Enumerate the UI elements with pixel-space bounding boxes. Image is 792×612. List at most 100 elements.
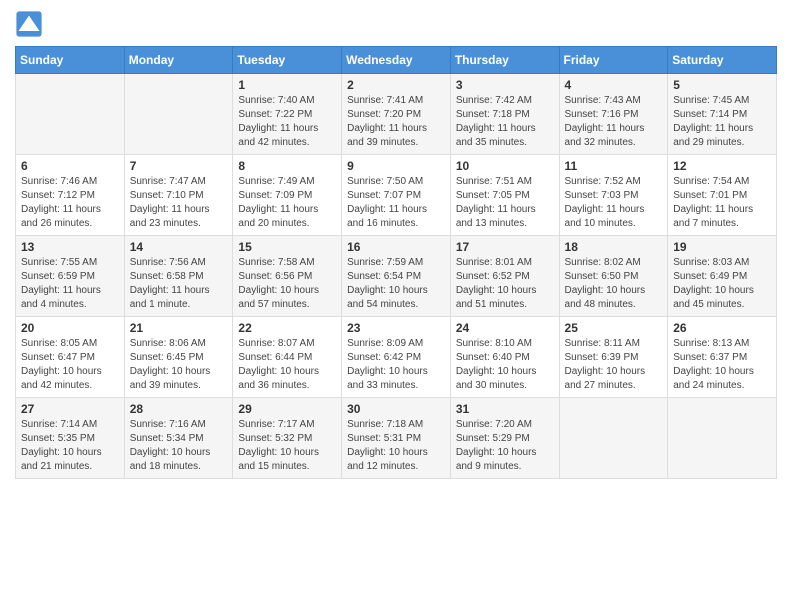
- calendar-week-row: 13 Sunrise: 7:55 AM Sunset: 6:59 PM Dayli…: [16, 236, 777, 317]
- day-number: 24: [456, 321, 554, 335]
- day-number: 17: [456, 240, 554, 254]
- calendar-cell: 20Sunrise: 8:05 AM Sunset: 6:47 PM Dayli…: [16, 317, 125, 398]
- calendar-week-row: 20Sunrise: 8:05 AM Sunset: 6:47 PM Dayli…: [16, 317, 777, 398]
- calendar-cell: 14 Sunrise: 7:56 AM Sunset: 6:58 PM Dayli…: [124, 236, 233, 317]
- calendar-table: SundayMondayTuesdayWednesdayThursdayFrid…: [15, 46, 777, 479]
- calendar-cell: 5Sunrise: 7:45 AM Sunset: 7:14 PM Daylig…: [668, 74, 777, 155]
- day-number: 6: [21, 159, 119, 173]
- logo-icon: [15, 10, 43, 38]
- day-info: Sunrise: 7:20 AM Sunset: 5:29 PM Dayligh…: [456, 418, 554, 474]
- calendar-cell: 11 Sunrise: 7:52 AM Sunset: 7:03 PM Dayli…: [559, 155, 668, 236]
- calendar-cell: 27 Sunrise: 7:14 AM Sunset: 5:35 PM Dayli…: [16, 398, 125, 479]
- day-info: Sunrise: 7:45 AM Sunset: 7:14 PM Dayligh…: [673, 94, 771, 150]
- day-number: 10: [456, 159, 554, 173]
- day-info: Sunrise: 7:51 AM Sunset: 7:05 PM Dayligh…: [456, 175, 554, 231]
- day-info: Sunrise: 8:10 AM Sunset: 6:40 PM Dayligh…: [456, 337, 554, 393]
- calendar-cell: 2Sunrise: 7:41 AM Sunset: 7:20 PM Daylig…: [342, 74, 451, 155]
- calendar-cell: 17Sunrise: 8:01 AM Sunset: 6:52 PM Dayli…: [450, 236, 559, 317]
- day-info: Sunrise: 7:49 AM Sunset: 7:09 PM Dayligh…: [238, 175, 336, 231]
- calendar-cell: 24 Sunrise: 8:10 AM Sunset: 6:40 PM Dayli…: [450, 317, 559, 398]
- day-number: 28: [130, 402, 228, 416]
- day-header-wednesday: Wednesday: [342, 47, 451, 74]
- day-info: Sunrise: 7:40 AM Sunset: 7:22 PM Dayligh…: [238, 94, 336, 150]
- calendar-cell: [16, 74, 125, 155]
- calendar-week-row: 27 Sunrise: 7:14 AM Sunset: 5:35 PM Dayli…: [16, 398, 777, 479]
- day-header-tuesday: Tuesday: [233, 47, 342, 74]
- day-number: 14: [130, 240, 228, 254]
- day-info: Sunrise: 7:50 AM Sunset: 7:07 PM Dayligh…: [347, 175, 445, 231]
- day-header-monday: Monday: [124, 47, 233, 74]
- header: [15, 10, 777, 38]
- day-header-saturday: Saturday: [668, 47, 777, 74]
- calendar-cell: 9 Sunrise: 7:50 AM Sunset: 7:07 PM Daylig…: [342, 155, 451, 236]
- day-info: Sunrise: 8:02 AM Sunset: 6:50 PM Dayligh…: [565, 256, 663, 312]
- day-number: 23: [347, 321, 445, 335]
- day-number: 27: [21, 402, 119, 416]
- day-info: Sunrise: 7:59 AM Sunset: 6:54 PM Dayligh…: [347, 256, 445, 312]
- day-info: Sunrise: 7:46 AM Sunset: 7:12 PM Dayligh…: [21, 175, 119, 231]
- calendar-cell: 15 Sunrise: 7:58 AM Sunset: 6:56 PM Dayli…: [233, 236, 342, 317]
- day-header-thursday: Thursday: [450, 47, 559, 74]
- day-info: Sunrise: 7:17 AM Sunset: 5:32 PM Dayligh…: [238, 418, 336, 474]
- calendar-cell: 19Sunrise: 8:03 AM Sunset: 6:49 PM Dayli…: [668, 236, 777, 317]
- calendar-header-row: SundayMondayTuesdayWednesdayThursdayFrid…: [16, 47, 777, 74]
- day-number: 1: [238, 78, 336, 92]
- day-number: 18: [565, 240, 663, 254]
- day-info: Sunrise: 8:09 AM Sunset: 6:42 PM Dayligh…: [347, 337, 445, 393]
- calendar-cell: 22Sunrise: 8:07 AM Sunset: 6:44 PM Dayli…: [233, 317, 342, 398]
- day-number: 9: [347, 159, 445, 173]
- calendar-cell: [124, 74, 233, 155]
- day-info: Sunrise: 7:41 AM Sunset: 7:20 PM Dayligh…: [347, 94, 445, 150]
- day-number: 26: [673, 321, 771, 335]
- calendar-cell: 6 Sunrise: 7:46 AM Sunset: 7:12 PM Daylig…: [16, 155, 125, 236]
- day-number: 4: [565, 78, 663, 92]
- day-number: 30: [347, 402, 445, 416]
- day-number: 31: [456, 402, 554, 416]
- day-header-friday: Friday: [559, 47, 668, 74]
- page-container: SundayMondayTuesdayWednesdayThursdayFrid…: [0, 0, 792, 494]
- day-info: Sunrise: 8:13 AM Sunset: 6:37 PM Dayligh…: [673, 337, 771, 393]
- calendar-cell: 21 Sunrise: 8:06 AM Sunset: 6:45 PM Dayli…: [124, 317, 233, 398]
- day-number: 25: [565, 321, 663, 335]
- calendar-cell: 18 Sunrise: 8:02 AM Sunset: 6:50 PM Dayli…: [559, 236, 668, 317]
- day-info: Sunrise: 7:54 AM Sunset: 7:01 PM Dayligh…: [673, 175, 771, 231]
- day-info: Sunrise: 7:52 AM Sunset: 7:03 PM Dayligh…: [565, 175, 663, 231]
- day-number: 8: [238, 159, 336, 173]
- day-number: 29: [238, 402, 336, 416]
- day-info: Sunrise: 8:03 AM Sunset: 6:49 PM Dayligh…: [673, 256, 771, 312]
- day-info: Sunrise: 7:55 AM Sunset: 6:59 PM Dayligh…: [21, 256, 119, 312]
- calendar-cell: [668, 398, 777, 479]
- day-number: 16: [347, 240, 445, 254]
- day-info: Sunrise: 7:43 AM Sunset: 7:16 PM Dayligh…: [565, 94, 663, 150]
- calendar-cell: 3 Sunrise: 7:42 AM Sunset: 7:18 PM Daylig…: [450, 74, 559, 155]
- day-info: Sunrise: 8:05 AM Sunset: 6:47 PM Dayligh…: [21, 337, 119, 393]
- day-number: 3: [456, 78, 554, 92]
- calendar-cell: 28Sunrise: 7:16 AM Sunset: 5:34 PM Dayli…: [124, 398, 233, 479]
- day-number: 11: [565, 159, 663, 173]
- day-number: 22: [238, 321, 336, 335]
- calendar-cell: 7Sunrise: 7:47 AM Sunset: 7:10 PM Daylig…: [124, 155, 233, 236]
- calendar-cell: 12 Sunrise: 7:54 AM Sunset: 7:01 PM Dayli…: [668, 155, 777, 236]
- day-number: 13: [21, 240, 119, 254]
- day-info: Sunrise: 7:58 AM Sunset: 6:56 PM Dayligh…: [238, 256, 336, 312]
- calendar-week-row: 1 Sunrise: 7:40 AM Sunset: 7:22 PM Daylig…: [16, 74, 777, 155]
- calendar-cell: 16 Sunrise: 7:59 AM Sunset: 6:54 PM Dayli…: [342, 236, 451, 317]
- day-number: 15: [238, 240, 336, 254]
- calendar-cell: 31 Sunrise: 7:20 AM Sunset: 5:29 PM Dayli…: [450, 398, 559, 479]
- day-number: 21: [130, 321, 228, 335]
- day-info: Sunrise: 7:56 AM Sunset: 6:58 PM Dayligh…: [130, 256, 228, 312]
- logo: [15, 10, 47, 38]
- calendar-cell: 4 Sunrise: 7:43 AM Sunset: 7:16 PM Daylig…: [559, 74, 668, 155]
- calendar-cell: 13 Sunrise: 7:55 AM Sunset: 6:59 PM Dayli…: [16, 236, 125, 317]
- day-info: Sunrise: 7:42 AM Sunset: 7:18 PM Dayligh…: [456, 94, 554, 150]
- calendar-cell: 29 Sunrise: 7:17 AM Sunset: 5:32 PM Dayli…: [233, 398, 342, 479]
- day-info: Sunrise: 8:06 AM Sunset: 6:45 PM Dayligh…: [130, 337, 228, 393]
- calendar-cell: 23 Sunrise: 8:09 AM Sunset: 6:42 PM Dayli…: [342, 317, 451, 398]
- day-number: 12: [673, 159, 771, 173]
- day-number: 7: [130, 159, 228, 173]
- calendar-cell: 1 Sunrise: 7:40 AM Sunset: 7:22 PM Daylig…: [233, 74, 342, 155]
- day-info: Sunrise: 7:14 AM Sunset: 5:35 PM Dayligh…: [21, 418, 119, 474]
- calendar-cell: 25Sunrise: 8:11 AM Sunset: 6:39 PM Dayli…: [559, 317, 668, 398]
- calendar-cell: 10 Sunrise: 7:51 AM Sunset: 7:05 PM Dayli…: [450, 155, 559, 236]
- calendar-cell: 30Sunrise: 7:18 AM Sunset: 5:31 PM Dayli…: [342, 398, 451, 479]
